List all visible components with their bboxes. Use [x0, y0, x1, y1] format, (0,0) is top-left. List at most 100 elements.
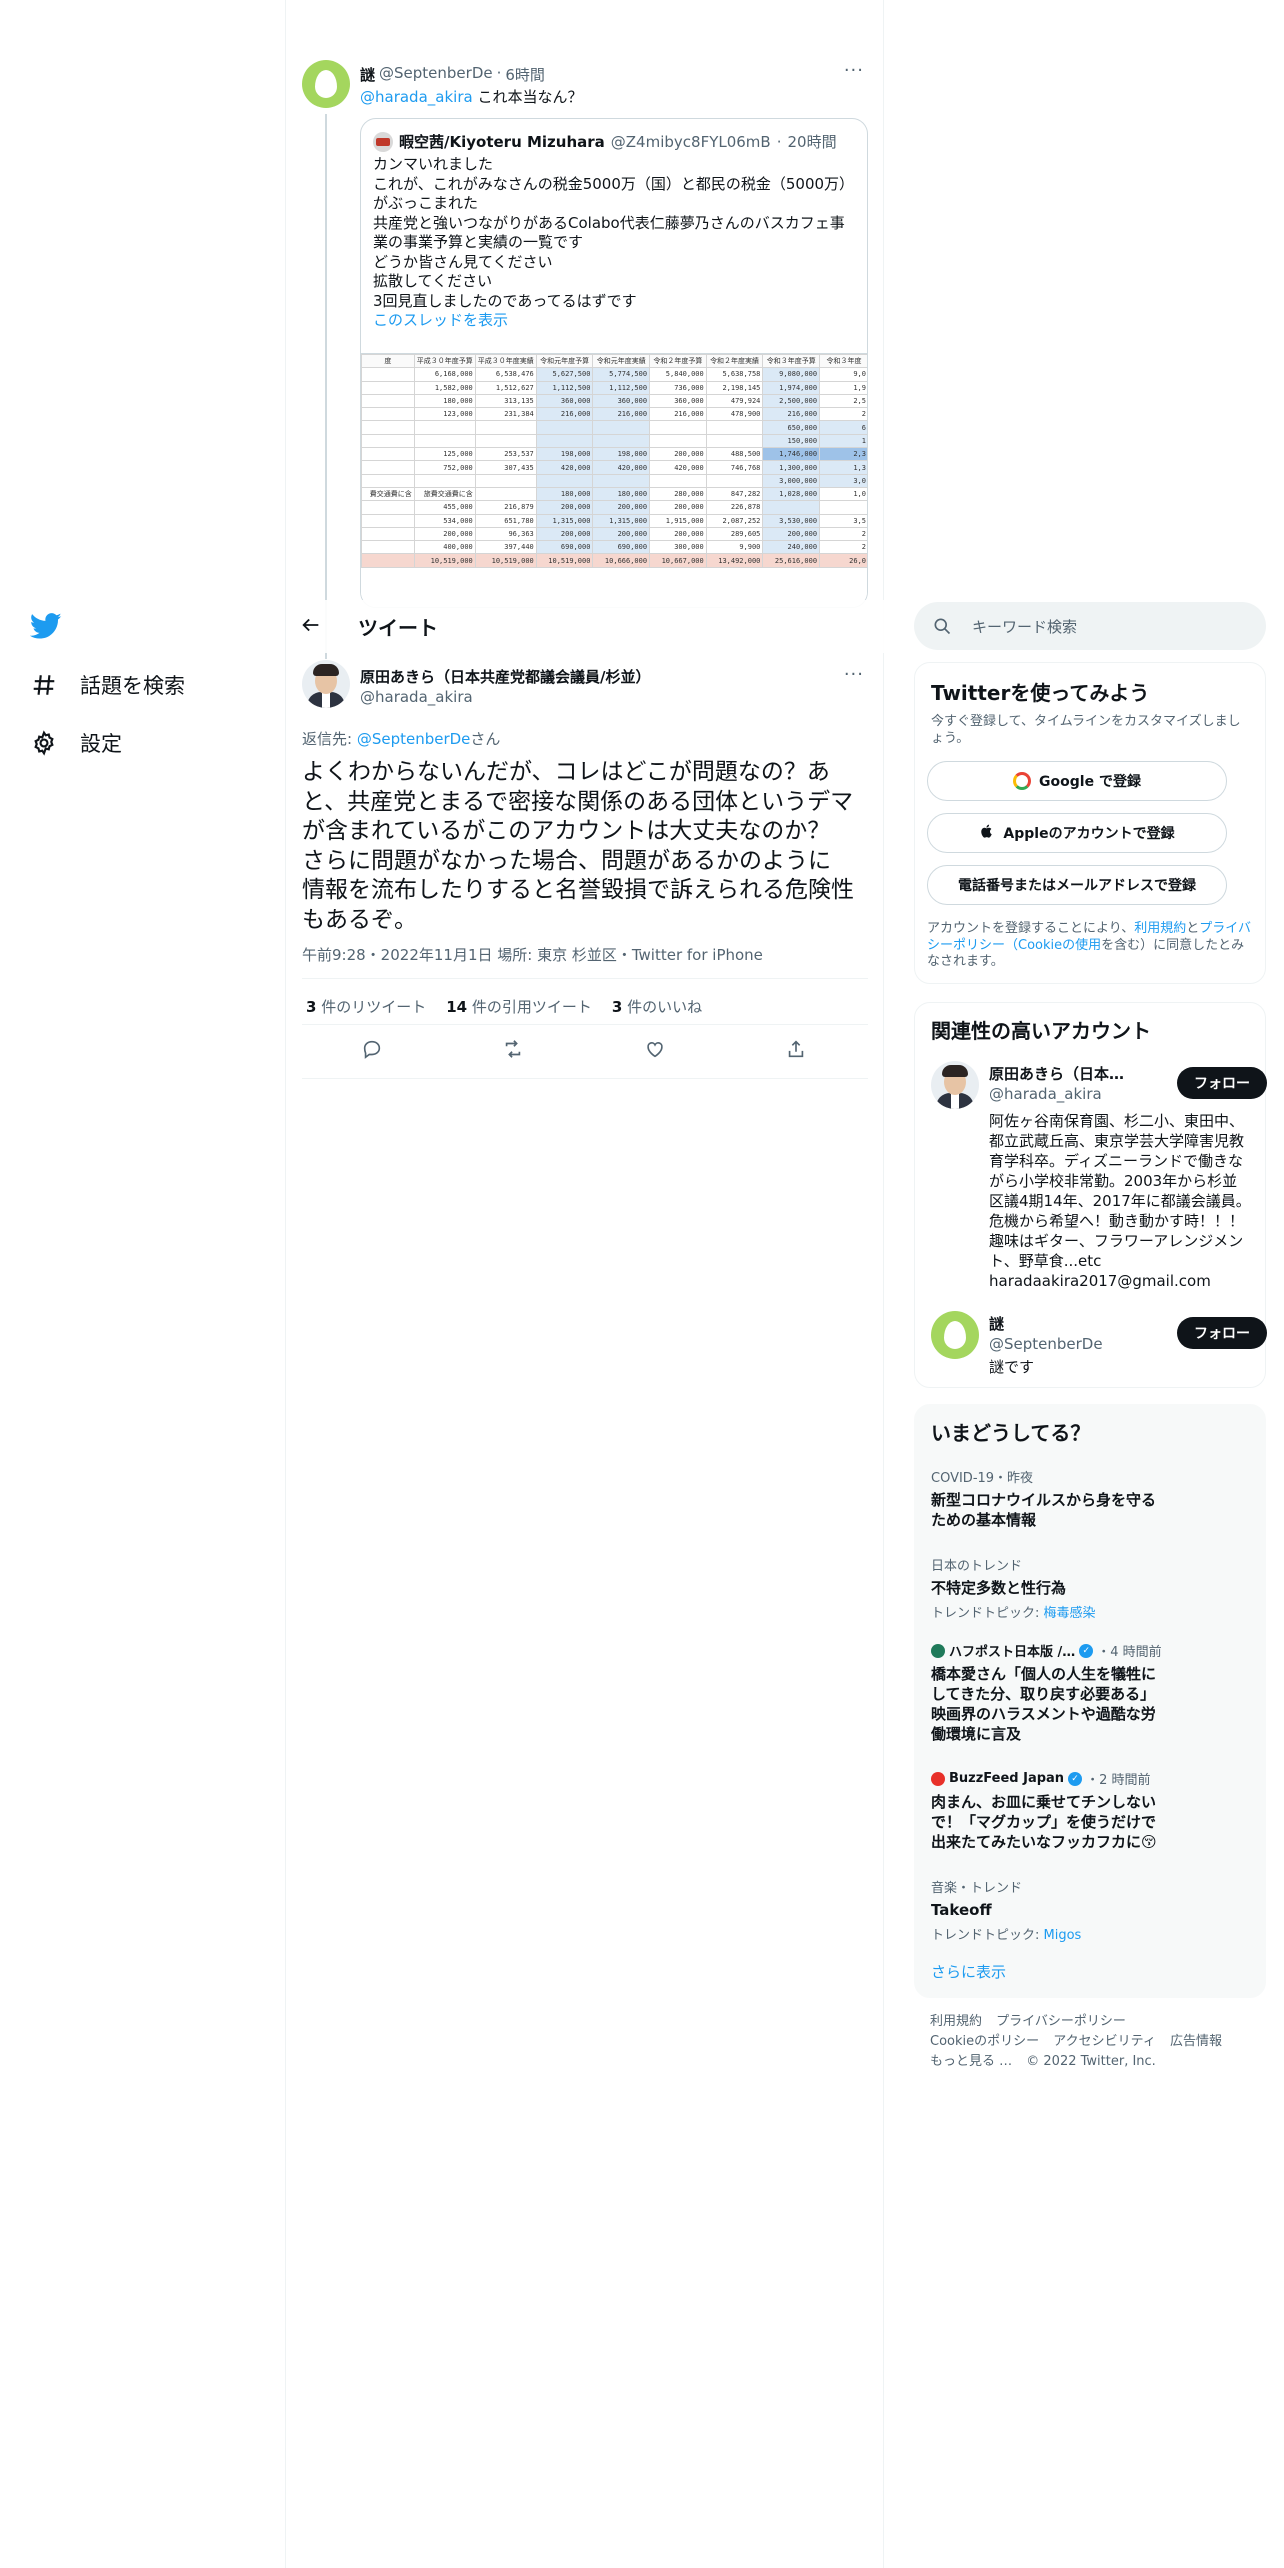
- reply-prefix: 返信先:: [302, 730, 357, 748]
- apple-signup-button[interactable]: Appleのアカウントで登録: [927, 813, 1227, 853]
- sheet-cell: 253,537: [474, 447, 537, 462]
- sheet-cell: 2,087,252: [705, 513, 764, 528]
- retweet-icon[interactable]: [502, 1038, 526, 1062]
- twitter-logo-icon[interactable]: [29, 610, 66, 646]
- trend-topic-link[interactable]: Migos: [1044, 1928, 1082, 1943]
- quote-avatar: [373, 131, 393, 152]
- trend-item[interactable]: ハフポスト日本版 /… ✓ ・4 時間前 橋本愛さん「個人の人生を犠牲に してき…: [931, 1641, 1251, 1744]
- trend-item[interactable]: 音楽・トレンド Takeoff トレンドトピック: Migos: [931, 1877, 1251, 1943]
- sheet-cell: 96,363: [474, 526, 537, 542]
- footer-link[interactable]: 広告情報: [1170, 2034, 1222, 2049]
- quote-author-handle: @Z4mibyc8FYL06mB: [610, 132, 771, 151]
- sheet-cell: 216,000: [762, 407, 821, 422]
- avatar[interactable]: [931, 1311, 979, 1359]
- nav-settings[interactable]: 設定: [30, 728, 122, 758]
- sheet-header-cell: 令和３年度予算: [762, 354, 821, 369]
- retweet-count[interactable]: 3 件のリツイート: [306, 996, 426, 1017]
- footer-link[interactable]: アクセシビリティ: [1053, 2034, 1156, 2049]
- avatar[interactable]: [302, 60, 350, 108]
- tweet-text: @harada_akira これ本当なん？: [360, 86, 582, 107]
- sheet-cell: 534,000: [413, 513, 476, 528]
- sheet-cell: 10,519,000: [474, 553, 537, 568]
- author-name[interactable]: 謎: [360, 64, 375, 85]
- sheet-cell: 1,112,500: [535, 380, 594, 395]
- reply-icon[interactable]: [361, 1038, 385, 1062]
- sheet-cell: 216,000: [535, 407, 594, 422]
- trend-item[interactable]: BuzzFeed Japan ✓ ・2 時間前 肉まん、お皿に乗せてチンしない …: [931, 1769, 1251, 1852]
- trend-category: 音楽・トレンド: [931, 1881, 1023, 1896]
- account-name[interactable]: 謎: [989, 1313, 1139, 1334]
- author-name[interactable]: 原田あきら（日本共産党都議会議員/杉並）: [360, 666, 650, 687]
- trends-title: いまどうしてる？: [931, 1421, 1091, 1445]
- egg-icon: [944, 1321, 966, 1349]
- trend-topic-link[interactable]: 梅毒感染: [1044, 1606, 1096, 1621]
- search-placeholder: キーワード検索: [972, 618, 1078, 636]
- sheet-cell: 3,0: [819, 473, 867, 488]
- phone-signup-button[interactable]: 電話番号またはメールアドレスで登録: [927, 865, 1227, 905]
- back-arrow-icon[interactable]: [300, 614, 324, 638]
- author-handle[interactable]: @harada_akira: [360, 688, 473, 706]
- share-icon[interactable]: [785, 1038, 809, 1062]
- sheet-cell: 2,198,145: [705, 380, 764, 395]
- sheet-cell: 746,768: [705, 460, 764, 475]
- copyright: © 2022 Twitter, Inc.: [1026, 2054, 1156, 2069]
- avatar[interactable]: [302, 660, 350, 708]
- account-handle[interactable]: @SeptenberDe: [989, 1335, 1103, 1353]
- quote-tweet[interactable]: 暇空茜/Kiyoteru Mizuhara @Z4mibyc8FYL06mB ·…: [360, 118, 868, 608]
- follow-button[interactable]: フォロー: [1177, 1067, 1267, 1099]
- footer-link[interactable]: 利用規約: [930, 2014, 982, 2029]
- tweet-actions: [302, 1038, 868, 1062]
- terms-link[interactable]: 利用規約: [1134, 921, 1186, 936]
- spreadsheet-image[interactable]: 度平成３０年度予算 平成３０年度実績 令和元年度予算 令和元年度実績 令和２年度予算 令和…: [361, 353, 867, 607]
- sheet-cell: 9,080,000: [762, 367, 821, 382]
- trend-subtopic: トレンドトピック: Migos: [931, 1928, 1082, 1943]
- sheet-cell: 360,000: [649, 393, 707, 409]
- reply-to-link[interactable]: @SeptenberDe: [357, 730, 471, 748]
- sheet-header-cell: 令和元年度予算: [535, 354, 594, 369]
- like-count[interactable]: 3 件のいいね: [612, 996, 702, 1017]
- avatar[interactable]: [931, 1061, 979, 1109]
- sheet-cell: 2: [819, 407, 867, 422]
- verified-icon: ✓: [1079, 1643, 1094, 1658]
- footer-more-link[interactable]: もっと見る …: [930, 2054, 1012, 2069]
- sheet-cell: 3,530,000: [762, 513, 821, 528]
- follow-button[interactable]: フォロー: [1177, 1317, 1267, 1349]
- google-signup-button[interactable]: Google で登録: [927, 761, 1227, 801]
- sheet-cell: 9,900: [705, 540, 764, 555]
- sheet-cell: 420,000: [649, 460, 707, 475]
- sheet-cell: [361, 393, 415, 409]
- trend-item[interactable]: 日本のトレンド 不特定多数と性行為 トレンドトピック: 梅毒感染: [931, 1555, 1251, 1621]
- sheet-cell: [592, 433, 651, 449]
- tweet-time[interactable]: 6時間: [505, 64, 545, 85]
- more-icon[interactable]: ···: [844, 664, 864, 685]
- author-handle[interactable]: @SeptenberDe: [379, 64, 493, 85]
- sheet-cell: [361, 513, 415, 528]
- apple-icon: [979, 823, 995, 843]
- search-input[interactable]: キーワード検索: [914, 602, 1266, 650]
- mention-link[interactable]: @harada_akira: [360, 88, 473, 106]
- sheet-cell: 10,666,000: [592, 553, 651, 568]
- like-icon[interactable]: [644, 1038, 668, 1062]
- footer-link[interactable]: プライバシーポリシー: [996, 2014, 1126, 2029]
- parent-tweet[interactable]: 謎 @SeptenberDe · 6時間 ··· @harada_akira こ…: [302, 60, 868, 659]
- tweet-meta[interactable]: 午前9:28・2022年11月1日 場所: 東京 杉並区・Twitter for…: [302, 944, 763, 965]
- sheet-cell: 216,000: [592, 407, 651, 422]
- sheet-cell: 5,627,500: [535, 367, 594, 382]
- quote-line: 業の事業予算と実績の一覧です: [373, 233, 584, 251]
- show-more-link[interactable]: さらに表示: [931, 1961, 1006, 1982]
- sheet-cell: 26,0: [819, 553, 867, 568]
- nav-explore[interactable]: 話題を検索: [30, 670, 185, 700]
- trend-item[interactable]: COVID-19・昨夜 新型コロナウイルスから身を守る ための基本情報: [931, 1467, 1251, 1530]
- sheet-cell: 231,384: [474, 407, 537, 422]
- tweet-line: よくわからないんだが、コレはどこが問題なの？あ: [302, 759, 830, 785]
- sheet-cell: 313,135: [474, 393, 537, 409]
- sheet-cell: 3,000,000: [762, 473, 821, 488]
- sheet-cell: 226,878: [705, 500, 764, 515]
- show-thread-link[interactable]: このスレッドを表示: [373, 311, 857, 331]
- sheet-cell: 10,519,000: [535, 553, 594, 568]
- footer-link[interactable]: Cookieのポリシー: [930, 2034, 1039, 2049]
- more-icon[interactable]: ···: [844, 60, 864, 81]
- account-name[interactable]: 原田あきら（日本共産党都議会議員/杉並）: [989, 1063, 1139, 1084]
- quote-count[interactable]: 14 件の引用ツイート: [446, 996, 592, 1017]
- account-handle[interactable]: @harada_akira: [989, 1085, 1102, 1103]
